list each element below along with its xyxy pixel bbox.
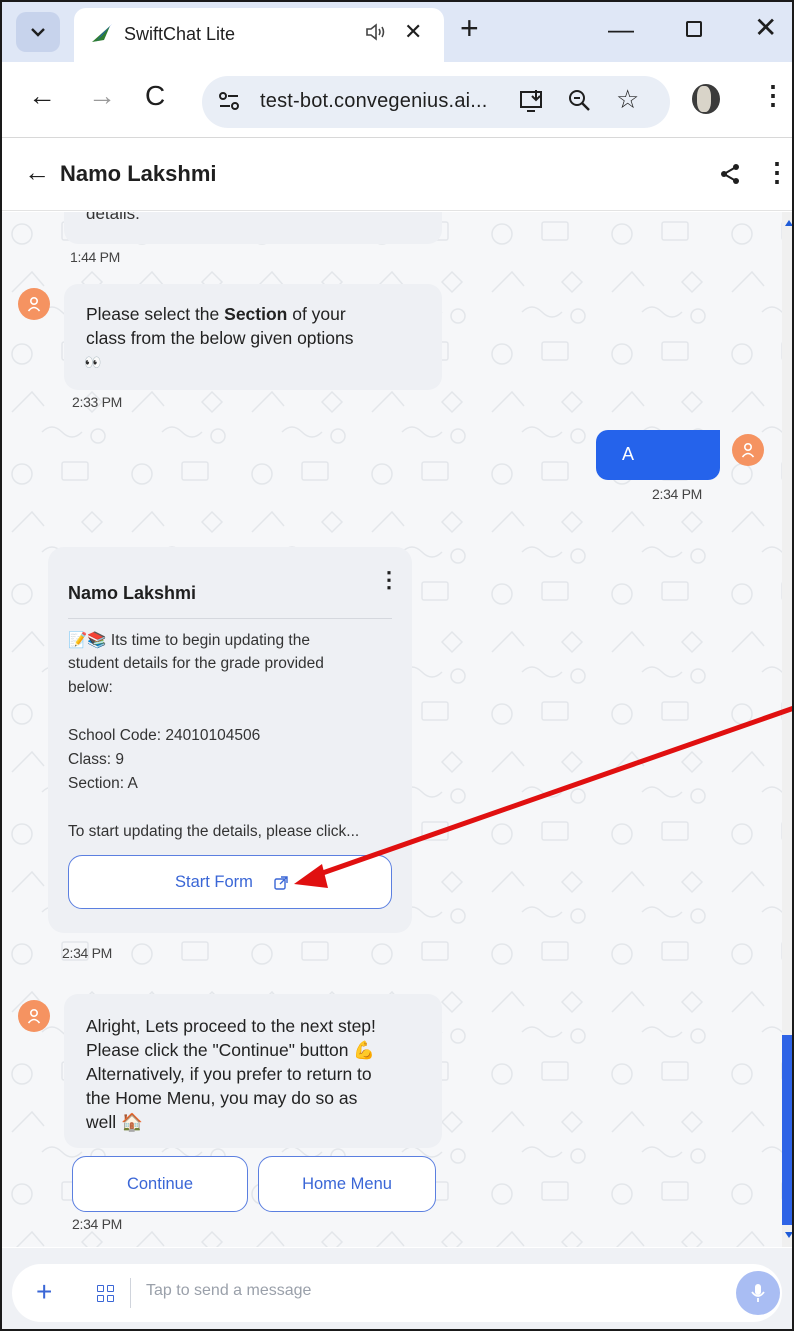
chat-header: ← Namo Lakshmi ⋮ <box>2 139 792 211</box>
message-text: Please select the Section of your <box>86 302 426 326</box>
external-link-icon <box>274 876 288 890</box>
class-text: Class: 9 <box>68 751 124 768</box>
message-text-line: Alternatively, if you prefer to return t… <box>86 1064 372 1084</box>
bookmark-star-icon[interactable]: ☆ <box>616 84 639 115</box>
grid-cell <box>107 1295 114 1302</box>
message-text-part: of your <box>287 304 346 324</box>
start-form-button[interactable]: Start Form <box>68 855 392 909</box>
person-icon <box>741 442 755 458</box>
card-divider <box>68 618 392 619</box>
chevron-down-icon <box>31 28 45 37</box>
school-code-text: School Code: 24010104506 <box>68 727 261 744</box>
bot-avatar <box>18 288 50 320</box>
address-bar[interactable]: test-bot.convegenius.ai... ☆ <box>202 76 670 128</box>
grid-menu-icon[interactable] <box>97 1285 115 1303</box>
person-icon <box>27 1008 41 1024</box>
microphone-icon <box>751 1284 765 1302</box>
person-icon <box>27 296 41 312</box>
section-text: Section: A <box>68 775 138 792</box>
active-tab[interactable]: SwiftChat Lite ✕ <box>74 8 444 62</box>
window-close-button[interactable]: ✕ <box>754 11 777 44</box>
scroll-down-arrow-icon[interactable] <box>785 1232 792 1238</box>
zoom-icon[interactable] <box>566 87 594 115</box>
composer-divider <box>130 1278 131 1308</box>
chat-title: Namo Lakshmi <box>60 161 217 186</box>
user-message-text: A <box>622 444 635 464</box>
scroll-up-arrow-icon[interactable] <box>785 220 792 226</box>
message-text-line: well 🏠 <box>86 1112 143 1132</box>
card-text-line: 📝📚 Its time to begin updating the <box>68 632 310 649</box>
attach-plus-button[interactable]: + <box>36 1276 52 1308</box>
chat-messages[interactable]: details. 1:44 PM Please select the Secti… <box>2 212 782 1247</box>
message-text-line: the Home Menu, you may do so as <box>86 1088 358 1108</box>
card-text-line: below: <box>68 679 113 696</box>
message-bubble: Alright, Lets proceed to the next step! … <box>64 994 442 1148</box>
message-input[interactable]: Tap to send a message <box>146 1282 311 1300</box>
chat-scrollbar[interactable] <box>782 212 792 1247</box>
tab-title: SwiftChat Lite <box>124 24 236 44</box>
continue-button[interactable]: Continue <box>72 1156 248 1212</box>
url-text[interactable]: test-bot.convegenius.ai... <box>260 90 488 113</box>
user-avatar <box>732 434 764 466</box>
user-message-bubble: A <box>596 430 720 480</box>
minimize-button[interactable]: — <box>608 14 634 45</box>
reload-icon[interactable]: C <box>145 80 165 112</box>
back-arrow-icon[interactable]: ← <box>24 157 50 188</box>
message-text-line: class from the below given options <box>86 328 354 348</box>
grid-cell <box>107 1285 114 1292</box>
grid-cell <box>97 1285 104 1292</box>
form-card: Namo Lakshmi ⋮ 📝📚 Its time to begin upda… <box>48 547 412 933</box>
profile-avatar[interactable] <box>692 84 720 114</box>
message-text: details. <box>86 212 140 223</box>
message-text-line: Please click the "Continue" button 💪 <box>86 1040 376 1060</box>
share-icon[interactable] <box>720 163 742 185</box>
message-timestamp: 1:44 PM <box>70 249 121 265</box>
browser-menu-icon[interactable]: ⋮ <box>760 80 786 111</box>
tab-close-icon[interactable]: ✕ <box>404 19 422 45</box>
eyes-emoji: 👀 <box>84 354 102 370</box>
tab-strip: SwiftChat Lite ✕ + — ✕ <box>2 2 792 62</box>
message-text-bold: Section <box>224 304 288 324</box>
message-timestamp: 2:34 PM <box>72 1216 123 1232</box>
card-title: Namo Lakshmi <box>68 583 197 603</box>
home-menu-button[interactable]: Home Menu <box>258 1156 436 1212</box>
message-timestamp: 2:33 PM <box>72 394 123 410</box>
new-tab-button[interactable]: + <box>460 10 479 47</box>
message-text-line: Alright, Lets proceed to the next step! <box>86 1016 376 1036</box>
message-bubble-partial: details. <box>64 212 442 244</box>
mic-button[interactable] <box>736 1271 780 1315</box>
message-composer: + Tap to send a message <box>2 1248 792 1329</box>
message-bubble: Please select the Section of your class … <box>64 284 442 390</box>
site-info-icon[interactable] <box>216 88 242 114</box>
install-app-icon[interactable] <box>518 87 546 115</box>
swiftchat-logo-icon <box>92 24 112 42</box>
maximize-button[interactable] <box>686 21 702 37</box>
card-text-line: student details for the grade provided <box>68 655 324 672</box>
back-arrow-icon[interactable]: ← <box>28 80 56 112</box>
continue-label: Continue <box>126 1175 194 1193</box>
browser-toolbar: ← → C test-bot.convegenius.ai... ☆ ⋮ <box>2 62 792 138</box>
bot-avatar <box>18 1000 50 1032</box>
card-hint-text: To start updating the details, please cl… <box>68 823 360 840</box>
start-form-label: Start Form <box>175 873 253 891</box>
message-text-part: Please select the <box>86 304 225 324</box>
browser-window: SwiftChat Lite ✕ + — ✕ ← → C test-bot.co… <box>0 0 794 1331</box>
grid-cell <box>97 1295 104 1302</box>
message-timestamp: 2:34 PM <box>62 945 113 961</box>
card-menu-icon[interactable]: ⋮ <box>378 567 400 593</box>
chat-menu-icon[interactable]: ⋮ <box>764 157 790 188</box>
message-timestamp: 2:34 PM <box>652 486 703 502</box>
forward-arrow-icon[interactable]: → <box>88 80 116 112</box>
speaker-icon[interactable] <box>364 21 388 43</box>
tab-search-button[interactable] <box>16 12 60 52</box>
scrollbar-thumb[interactable] <box>782 1035 792 1225</box>
composer-box: + Tap to send a message <box>12 1264 782 1322</box>
home-menu-label: Home Menu <box>302 1175 392 1193</box>
